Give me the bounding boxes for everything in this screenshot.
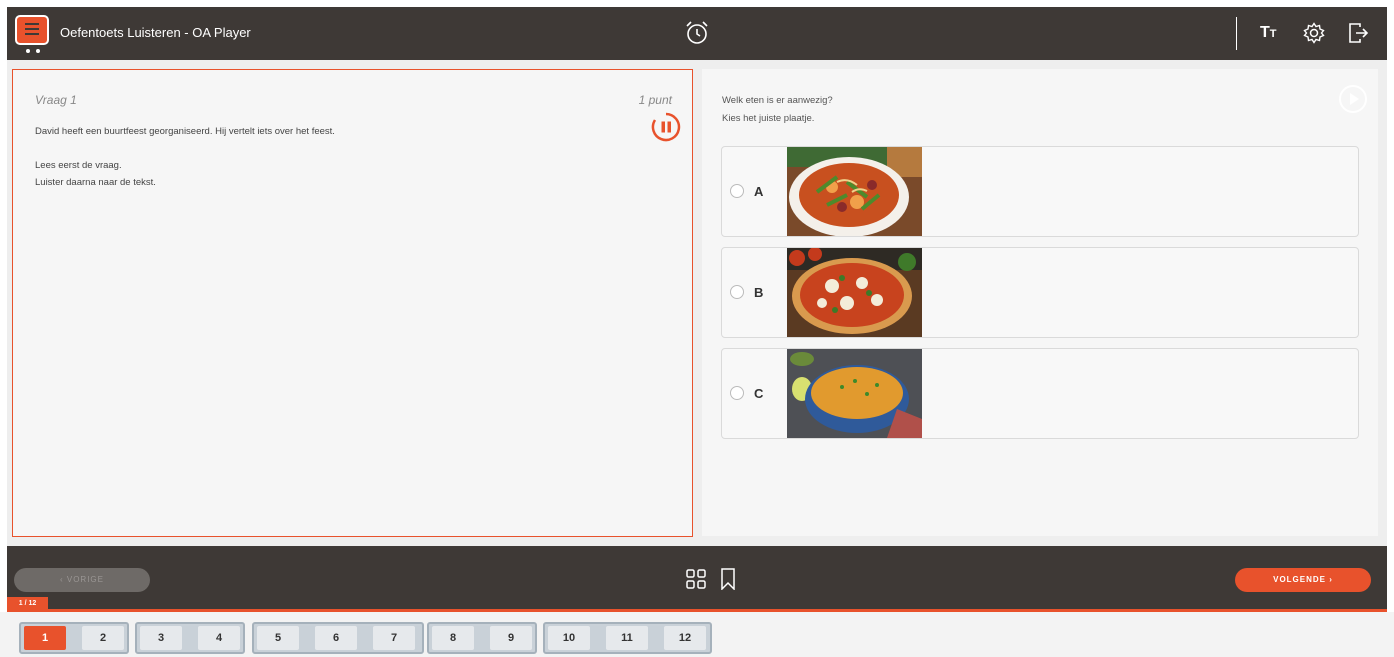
nav-question-10[interactable]: 10 [548,626,590,650]
nav-question-3[interactable]: 3 [140,626,182,650]
previous-button[interactable]: ‹ VORIGE [14,568,150,592]
nav-question-1[interactable]: 1 [24,626,66,650]
answer-prompt-block: Welk eten is er aanwezig? Kies het juist… [722,92,833,128]
nav-question-8[interactable]: 8 [432,626,474,650]
exit-icon[interactable] [1347,22,1369,44]
app-logo-icon [15,15,49,53]
instruction-listen: Luister daarna naar de tekst. [35,177,156,188]
answer-prompt: Welk eten is er aanwezig? [722,95,833,106]
nav-question-5[interactable]: 5 [257,626,299,650]
top-bar: Oefentoets Luisteren - OA Player TT [7,7,1387,60]
question-panel: Vraag 1 1 punt David heeft een buurtfees… [12,69,693,537]
rice-photo [787,349,922,438]
nav-question-12[interactable]: 12 [664,626,706,650]
nav-question-2[interactable]: 2 [82,626,124,650]
nav-question-9[interactable]: 9 [490,626,532,650]
answer-option-b[interactable]: B [721,247,1359,338]
option-letter: B [754,285,764,300]
radio-c[interactable] [730,386,744,400]
answer-option-c[interactable]: C [721,348,1359,439]
bottom-bar: ‹ VORIGE VOLGENDE › [7,546,1387,609]
nav-question-7[interactable]: 7 [373,626,415,650]
nav-question-4[interactable]: 4 [198,626,240,650]
play-audio-button[interactable] [1339,85,1367,113]
gear-icon[interactable] [1303,22,1325,44]
alarm-clock-icon[interactable] [684,20,710,46]
nav-question-11[interactable]: 11 [606,626,648,650]
question-points: 1 punt [638,93,672,107]
question-number: Vraag 1 [35,93,77,107]
app-title: Oefentoets Luisteren - OA Player [60,25,251,40]
next-button[interactable]: VOLGENDE › [1235,568,1371,592]
question-text: David heeft een buurtfeest georganiseerd… [35,123,335,191]
bookmark-icon[interactable] [720,568,736,590]
answer-option-a[interactable]: A [721,146,1359,237]
answer-hint: Kies het juiste plaatje. [722,113,815,124]
text-size-icon[interactable]: TT [1260,24,1277,42]
toolbar-divider [1236,17,1237,50]
instruction-read: Lees eerst de vraag. [35,160,122,171]
pizza-photo [787,248,922,337]
progress-badge: 1 / 12 [7,597,48,610]
grid-overview-icon[interactable] [686,569,706,589]
audio-pause-button[interactable] [651,112,681,142]
option-letter: A [754,184,764,199]
question-intro: David heeft een buurtfeest georganiseerd… [35,126,335,137]
radio-b[interactable] [730,285,744,299]
option-letter: C [754,386,764,401]
nav-question-6[interactable]: 6 [315,626,357,650]
radio-a[interactable] [730,184,744,198]
answer-panel: Welk eten is er aanwezig? Kies het juist… [702,69,1378,536]
soup-photo [787,147,922,236]
